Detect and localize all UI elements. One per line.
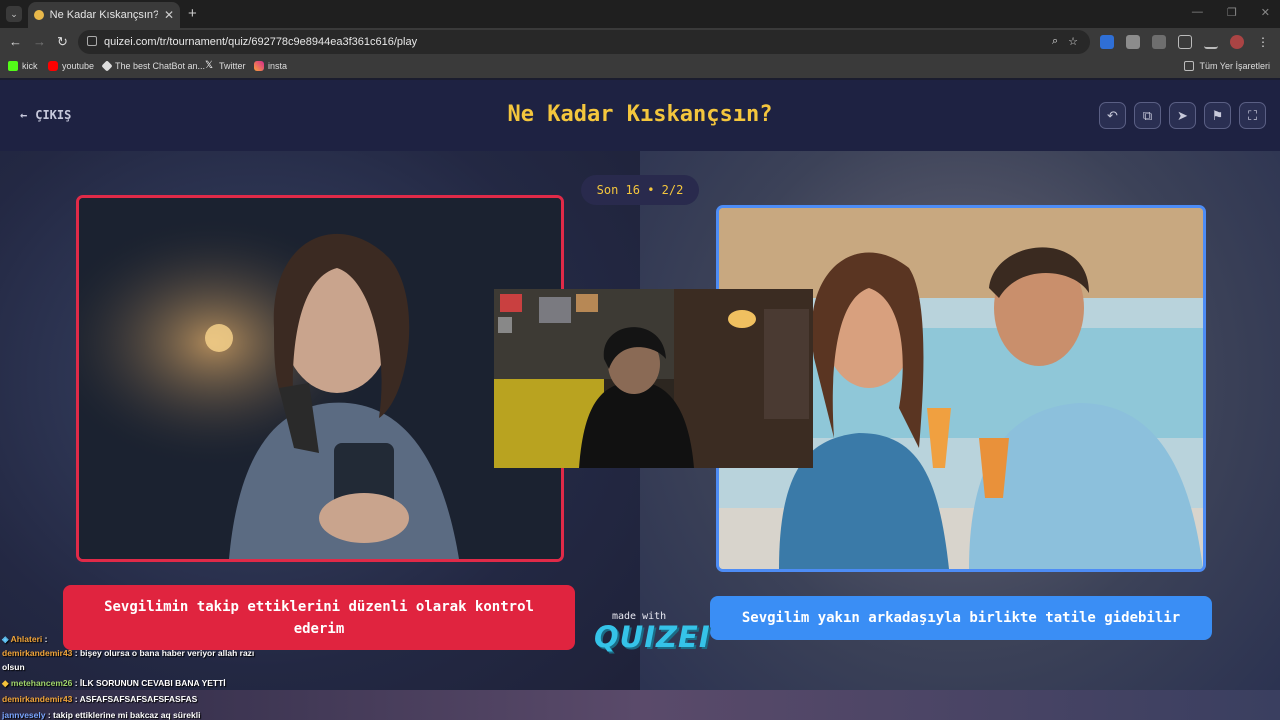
webcam-image bbox=[494, 289, 813, 468]
arrow-left-icon: ← bbox=[20, 108, 28, 122]
chat-username: demirkandemir43 bbox=[2, 648, 73, 658]
url-text: quizei.com/tr/tournament/quiz/692778c9e8… bbox=[104, 36, 418, 48]
chat-message: demirkandemir43 : bişey olursa o bana ha… bbox=[2, 646, 262, 674]
restore-icon[interactable]: ❐ bbox=[1227, 6, 1237, 19]
option-right-button[interactable]: Sevgilim yakın arkadaşıyla birlikte tati… bbox=[710, 596, 1212, 640]
round-indicator: Son 16 • 2/2 bbox=[581, 175, 699, 205]
bookmarks-bar: kick youtube The best ChatBot an... 𝕏 Tw… bbox=[0, 56, 1280, 78]
all-bookmarks-folder[interactable]: Tüm Yer İşaretleri bbox=[1184, 61, 1270, 71]
chat-message: ◆ metehancem26 : İLK SORUNUN CEVABI BANA… bbox=[2, 676, 262, 690]
forward-icon[interactable]: → bbox=[33, 34, 46, 49]
browser-tabstrip: ⌄ Ne Kadar Kıskançsın? - Tier List ✕ + —… bbox=[0, 0, 1280, 28]
bookmark-chatbot[interactable]: The best ChatBot an... bbox=[101, 60, 205, 72]
fullscreen-icon: ⛶ bbox=[1247, 108, 1258, 123]
undo-icon: ↶ bbox=[1107, 108, 1118, 123]
browser-toolbar: ← → ↻ quizei.com/tr/tournament/quiz/6927… bbox=[0, 28, 1280, 56]
stream-chat-overlay: ◈ Ahlateri : demirkandemir43 : bişey olu… bbox=[2, 632, 262, 720]
report-button[interactable]: ⚑ bbox=[1204, 102, 1231, 129]
address-bar[interactable]: quizei.com/tr/tournament/quiz/692778c9e8… bbox=[78, 30, 1090, 54]
chat-username: demirkandemir43 bbox=[2, 694, 73, 704]
kick-icon bbox=[8, 61, 18, 71]
chat-message: jannvesely : takip ettiklerine mi bakcaz… bbox=[2, 708, 262, 720]
close-window-icon[interactable]: ✕ bbox=[1261, 6, 1270, 19]
chat-text: takip ettiklerine mi bakcaz aq sürekli bbox=[53, 710, 201, 720]
chat-message: demirkandemir43 : ASFAFSAFSAFSAFSFASFAS bbox=[2, 692, 262, 706]
send-button[interactable]: ➤ bbox=[1169, 102, 1196, 129]
folder-icon bbox=[1184, 61, 1195, 71]
chat-username: metehancem26 bbox=[10, 678, 73, 688]
quiz-header: ← ÇIKIŞ Ne Kadar Kıskançsın? ↶ ⧉ ➤ ⚑ ⛶ bbox=[0, 80, 1280, 151]
instagram-icon bbox=[254, 61, 264, 71]
chat-message: ◈ Ahlateri : bbox=[2, 632, 262, 646]
site-info-icon[interactable] bbox=[87, 36, 97, 46]
extension-icon-2[interactable] bbox=[1126, 35, 1140, 49]
back-icon[interactable]: ← bbox=[9, 34, 22, 49]
send-icon: ➤ bbox=[1177, 108, 1188, 123]
new-tab-button[interactable]: + bbox=[188, 5, 197, 22]
bookmark-star-icon[interactable]: ☆ bbox=[1068, 35, 1078, 48]
zoom-icon[interactable]: ⌕ bbox=[1052, 35, 1058, 48]
chat-badge-icon: ◆ bbox=[2, 678, 9, 688]
bookmark-twitter[interactable]: 𝕏 Twitter bbox=[205, 60, 246, 72]
quiz-app: ← ÇIKIŞ Ne Kadar Kıskançsın? ↶ ⧉ ➤ ⚑ ⛶ S… bbox=[0, 80, 1280, 720]
chat-username: jannvesely bbox=[2, 710, 46, 720]
share-button[interactable]: ⧉ bbox=[1134, 102, 1161, 129]
tab-close-icon[interactable]: ✕ bbox=[164, 8, 174, 22]
tab-title: Ne Kadar Kıskançsın? - Tier List bbox=[49, 9, 158, 21]
chat-separator: : bbox=[72, 648, 80, 658]
reading-list-icon[interactable] bbox=[1204, 35, 1218, 49]
undo-button[interactable]: ↶ bbox=[1099, 102, 1126, 129]
option-left-image bbox=[79, 198, 561, 559]
chat-username: Ahlateri bbox=[10, 634, 43, 644]
share-icon: ⧉ bbox=[1142, 108, 1153, 123]
flag-icon: ⚑ bbox=[1211, 108, 1224, 123]
exit-label: ÇIKIŞ bbox=[35, 108, 72, 122]
exit-button[interactable]: ← ÇIKIŞ bbox=[20, 108, 71, 122]
bookmark-insta[interactable]: insta bbox=[254, 61, 287, 71]
option-left-card[interactable] bbox=[76, 195, 564, 562]
reload-icon[interactable]: ↻ bbox=[57, 34, 68, 50]
chatbot-icon bbox=[101, 60, 113, 72]
menu-icon[interactable]: ⋮ bbox=[1256, 35, 1270, 49]
minimize-icon[interactable]: — bbox=[1192, 6, 1203, 19]
extension-icon-3[interactable] bbox=[1152, 35, 1166, 49]
tab-favicon bbox=[34, 10, 44, 20]
chat-text: ASFAFSAFSAFSAFSFASFAS bbox=[79, 694, 198, 704]
extensions-puzzle-icon[interactable] bbox=[1178, 35, 1192, 49]
chat-text: İLK SORUNUN CEVABI BANA YETTİ bbox=[79, 678, 226, 688]
quizei-logo[interactable]: QUIZEI bbox=[594, 620, 711, 654]
tab-search-button[interactable]: ⌄ bbox=[6, 6, 22, 22]
webcam-overlay bbox=[494, 289, 813, 468]
bookmark-youtube[interactable]: youtube bbox=[48, 61, 94, 71]
window-controls: — ❐ ✕ bbox=[1192, 6, 1270, 19]
chat-separator: : bbox=[45, 710, 54, 720]
fullscreen-button[interactable]: ⛶ bbox=[1239, 102, 1266, 129]
bookmark-kick[interactable]: kick bbox=[8, 61, 38, 71]
chat-separator: : bbox=[72, 694, 80, 704]
chat-separator: : bbox=[42, 634, 48, 644]
quiz-title: Ne Kadar Kıskançsın? bbox=[507, 102, 773, 127]
chat-separator: : bbox=[72, 678, 80, 688]
chat-badges-icon: ◈ bbox=[2, 634, 9, 644]
extension-icon-1[interactable] bbox=[1100, 35, 1114, 49]
x-icon: 𝕏 bbox=[205, 60, 214, 71]
active-tab[interactable]: Ne Kadar Kıskançsın? - Tier List ✕ bbox=[28, 2, 180, 28]
profile-avatar[interactable] bbox=[1230, 35, 1244, 49]
youtube-icon bbox=[48, 61, 58, 71]
